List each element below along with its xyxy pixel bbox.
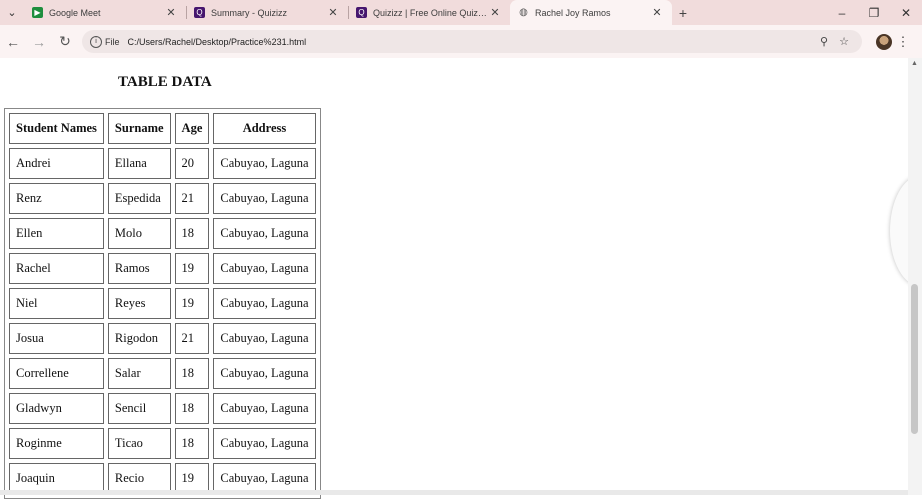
- close-icon[interactable]: ✕: [650, 6, 664, 19]
- close-window-icon[interactable]: ✕: [890, 6, 922, 20]
- table-cell: Cabuyao, Laguna: [213, 323, 316, 354]
- bookmark-star-icon[interactable]: ☆: [834, 35, 854, 48]
- table-cell: Niel: [9, 288, 104, 319]
- table-row: Ellen Molo 18 Cabuyao, Laguna: [9, 218, 316, 249]
- table-cell: Renz: [9, 183, 104, 214]
- tab-title: Google Meet: [49, 7, 101, 18]
- column-header: Student Names: [9, 113, 104, 144]
- table-row: Correllene Salar 18 Cabuyao, Laguna: [9, 358, 316, 389]
- table-body: Andrei Ellana 20 Cabuyao, Laguna Renz Espedid…: [9, 148, 316, 494]
- table-cell: 18: [174, 358, 210, 389]
- table-cell: Ellen: [9, 218, 104, 249]
- quizizz-icon: Q: [194, 7, 205, 18]
- table-cell: 18: [174, 218, 210, 249]
- table-cell: Sencil: [107, 393, 171, 424]
- table-cell: Rigodon: [107, 323, 171, 354]
- table-row: Josua Rigodon 21 Cabuyao, Laguna: [9, 323, 316, 354]
- table-cell: Rachel: [9, 253, 104, 284]
- table-cell: Gladwyn: [9, 393, 104, 424]
- table-cell: 21: [174, 183, 210, 214]
- tab-summary-quizizz[interactable]: Q Summary - Quizizz ✕: [186, 0, 348, 25]
- globe-icon: ◍: [519, 7, 528, 18]
- table-cell: Salar: [107, 358, 171, 389]
- url-text[interactable]: C:/Users/Rachel/Desktop/Practice%231.htm…: [128, 37, 814, 47]
- reload-icon[interactable]: ↻: [52, 33, 78, 50]
- table-cell: Molo: [107, 218, 171, 249]
- address-bar[interactable]: i File C:/Users/Rachel/Desktop/Practice%…: [82, 30, 862, 53]
- close-icon[interactable]: ✕: [488, 6, 502, 19]
- table-cell: 19: [174, 288, 210, 319]
- table-cell: Correllene: [9, 358, 104, 389]
- table-cell: Reyes: [107, 288, 171, 319]
- browser-toolbar: ← → ↻ i File C:/Users/Rachel/Desktop/Pra…: [0, 25, 922, 58]
- table-cell: 18: [174, 393, 210, 424]
- window-controls: – ❐ ✕: [826, 0, 922, 25]
- table-cell: Cabuyao, Laguna: [213, 393, 316, 424]
- zoom-icon[interactable]: ⚲: [814, 35, 834, 48]
- table-cell: Roginme: [9, 428, 104, 459]
- page-viewport: TABLE DATA Student Names Surname Age Add…: [0, 58, 908, 499]
- site-info-chip[interactable]: i File: [90, 35, 120, 48]
- table-cell: Ellana: [107, 148, 171, 179]
- column-header: Age: [174, 113, 210, 144]
- table-row: Andrei Ellana 20 Cabuyao, Laguna: [9, 148, 316, 179]
- bottom-edge: [0, 490, 908, 495]
- table-cell: 19: [174, 253, 210, 284]
- page-title: TABLE DATA: [118, 74, 212, 90]
- table-row: Gladwyn Sencil 18 Cabuyao, Laguna: [9, 393, 316, 424]
- table-row: Roginme Ticao 18 Cabuyao, Laguna: [9, 428, 316, 459]
- new-tab-button[interactable]: +: [672, 0, 694, 25]
- tab-rachel-joy-ramos[interactable]: ◍ Rachel Joy Ramos ✕: [510, 0, 672, 25]
- tab-google-meet[interactable]: ▶ Google Meet ✕: [24, 0, 186, 25]
- vertical-scrollbar[interactable]: ▲: [908, 58, 922, 495]
- table-cell: Josua: [9, 323, 104, 354]
- back-arrow-icon[interactable]: ←: [0, 34, 26, 50]
- table-cell: Cabuyao, Laguna: [213, 218, 316, 249]
- table-row: Renz Espedida 21 Cabuyao, Laguna: [9, 183, 316, 214]
- menu-dots-icon[interactable]: ⋮: [892, 34, 914, 50]
- table-cell: Cabuyao, Laguna: [213, 148, 316, 179]
- table-cell: Espedida: [107, 183, 171, 214]
- close-icon[interactable]: ✕: [326, 6, 340, 19]
- info-icon: i: [90, 35, 102, 48]
- table-cell: Ticao: [107, 428, 171, 459]
- table-cell: Ramos: [107, 253, 171, 284]
- tab-title: Summary - Quizizz: [211, 7, 288, 18]
- google-meet-icon: ▶: [32, 7, 43, 18]
- table-cell: Cabuyao, Laguna: [213, 358, 316, 389]
- file-chip-label: File: [105, 36, 120, 47]
- column-header: Surname: [107, 113, 171, 144]
- minimize-icon[interactable]: –: [826, 6, 858, 20]
- scroll-up-arrow-icon[interactable]: ▲: [911, 60, 918, 67]
- table-cell: Cabuyao, Laguna: [213, 183, 316, 214]
- tab-title: Rachel Joy Ramos: [535, 7, 611, 18]
- table-cell: 20: [174, 148, 210, 179]
- table-header-row: Student Names Surname Age Address: [9, 113, 316, 144]
- table-cell: 21: [174, 323, 210, 354]
- student-table: Student Names Surname Age Address Andrei…: [4, 108, 321, 499]
- tab-quizizz-free[interactable]: Q Quizizz | Free Online Quizzes, L... ✕: [348, 0, 510, 25]
- table-cell: Cabuyao, Laguna: [213, 428, 316, 459]
- table-cell: 18: [174, 428, 210, 459]
- tab-title: Quizizz | Free Online Quizzes, L...: [373, 7, 488, 18]
- table-cell: Cabuyao, Laguna: [213, 288, 316, 319]
- close-icon[interactable]: ✕: [164, 6, 178, 19]
- quizizz-icon: Q: [356, 7, 367, 18]
- table-row: Rachel Ramos 19 Cabuyao, Laguna: [9, 253, 316, 284]
- table-cell: Andrei: [9, 148, 104, 179]
- scrollbar-thumb[interactable]: [911, 284, 918, 434]
- profile-avatar[interactable]: [876, 33, 892, 50]
- table-row: Niel Reyes 19 Cabuyao, Laguna: [9, 288, 316, 319]
- tab-strip: ⌄ ▶ Google Meet ✕ Q Summary - Quizizz ✕ …: [0, 0, 922, 25]
- forward-arrow-icon[interactable]: →: [26, 34, 52, 50]
- restore-icon[interactable]: ❐: [858, 6, 890, 20]
- table-cell: Cabuyao, Laguna: [213, 253, 316, 284]
- tab-search-chevron-icon[interactable]: ⌄: [0, 0, 24, 25]
- column-header: Address: [213, 113, 316, 144]
